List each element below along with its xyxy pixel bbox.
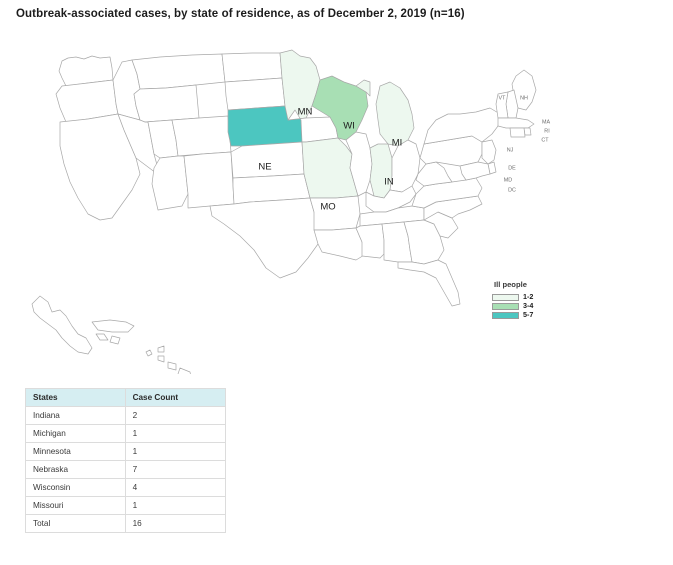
legend-swatch-1 bbox=[492, 293, 519, 301]
state-md bbox=[459, 161, 491, 181]
cell-state: Minnesota bbox=[25, 442, 126, 461]
map-label-de: DE bbox=[508, 165, 516, 171]
state-ks bbox=[230, 141, 305, 179]
map-label-md: MD bbox=[504, 177, 512, 183]
state-nd bbox=[221, 52, 283, 83]
map-label-mn: MN bbox=[298, 107, 313, 118]
map-label-mo: MO bbox=[320, 202, 335, 213]
table-header-row: States Case Count bbox=[25, 388, 227, 407]
map-label-in: IN bbox=[384, 177, 394, 188]
state-wy bbox=[133, 84, 200, 123]
state-wv bbox=[415, 161, 453, 187]
legend-label-3: 5-7 bbox=[523, 310, 534, 320]
legend-label-1: 1-2 bbox=[523, 292, 534, 302]
map-label-nh: NH bbox=[520, 95, 528, 101]
map-label-ma: MA bbox=[542, 119, 550, 125]
table-row: Minnesota 1 bbox=[25, 442, 227, 461]
cell-count: 7 bbox=[124, 460, 227, 479]
table-row: Indiana 2 bbox=[25, 406, 227, 425]
cell-count: 2 bbox=[124, 406, 227, 425]
legend-item-2: 3-4 bbox=[492, 302, 592, 310]
state-ct bbox=[509, 127, 526, 138]
table-row: Wisconsin 4 bbox=[25, 478, 227, 497]
state-co bbox=[171, 115, 232, 157]
state-nj bbox=[481, 139, 497, 165]
state-ma bbox=[497, 117, 535, 129]
table-body: Indiana 2 Michigan 1 Minnesota 1 Nebrask… bbox=[25, 406, 227, 533]
state-mt bbox=[131, 53, 226, 90]
map-label-dc: DC bbox=[508, 187, 516, 193]
legend-title: Ill people bbox=[494, 280, 527, 289]
legend-label-2: 3-4 bbox=[523, 301, 534, 311]
state-shapes bbox=[31, 49, 537, 374]
cell-state: Indiana bbox=[25, 406, 126, 425]
cell-count: 1 bbox=[124, 442, 227, 461]
us-choropleth-map: MN WI MI NE IN MO NH VT MA RI CT NJ DE M… bbox=[0, 34, 600, 374]
case-count-table: States Case Count Indiana 2 Michigan 1 M… bbox=[25, 388, 227, 533]
column-header-case-count: Case Count bbox=[124, 388, 227, 407]
state-hi bbox=[145, 345, 191, 374]
map-label-ct: CT bbox=[541, 137, 549, 143]
cell-count: 4 bbox=[124, 478, 227, 497]
map-label-wi: WI bbox=[343, 121, 355, 132]
cell-state: Nebraska bbox=[25, 460, 126, 479]
legend-swatch-3 bbox=[492, 311, 519, 319]
state-in bbox=[369, 143, 393, 199]
cell-state: Missouri bbox=[25, 496, 126, 515]
cell-state: Michigan bbox=[25, 424, 126, 443]
cell-state: Wisconsin bbox=[25, 478, 126, 497]
table-row: Missouri 1 bbox=[25, 496, 227, 515]
cell-count: 16 bbox=[124, 514, 227, 533]
legend-swatch-2 bbox=[492, 302, 519, 310]
map-label-ri: RI bbox=[544, 128, 549, 134]
page-title: Outbreak-associated cases, by state of r… bbox=[16, 8, 465, 20]
table-row: Nebraska 7 bbox=[25, 460, 227, 479]
map-label-mi: MI bbox=[392, 138, 403, 149]
legend-item-1: 1-2 bbox=[492, 293, 592, 301]
table-header: States Case Count bbox=[25, 388, 227, 407]
table-row-total: Total 16 bbox=[25, 514, 227, 533]
cell-count: 1 bbox=[124, 424, 227, 443]
state-tx bbox=[209, 197, 323, 279]
state-ri bbox=[523, 127, 532, 136]
cell-count: 1 bbox=[124, 496, 227, 515]
state-az bbox=[151, 155, 189, 211]
state-fl bbox=[397, 259, 461, 307]
state-nm bbox=[183, 151, 235, 209]
state-sd bbox=[224, 77, 286, 111]
cell-state: Total bbox=[25, 514, 126, 533]
map-label-ne: NE bbox=[258, 162, 271, 173]
map-svg: MN WI MI NE IN MO NH VT MA RI CT NJ DE M… bbox=[31, 49, 550, 374]
map-legend: Ill people 1-2 3-4 5-7 bbox=[492, 280, 592, 320]
table-row: Michigan 1 bbox=[25, 424, 227, 443]
column-header-states: States bbox=[25, 388, 126, 407]
state-ak bbox=[31, 295, 135, 355]
map-label-nj: NJ bbox=[507, 147, 514, 153]
map-label-vt: VT bbox=[499, 95, 507, 101]
legend-item-3: 5-7 bbox=[492, 311, 592, 319]
